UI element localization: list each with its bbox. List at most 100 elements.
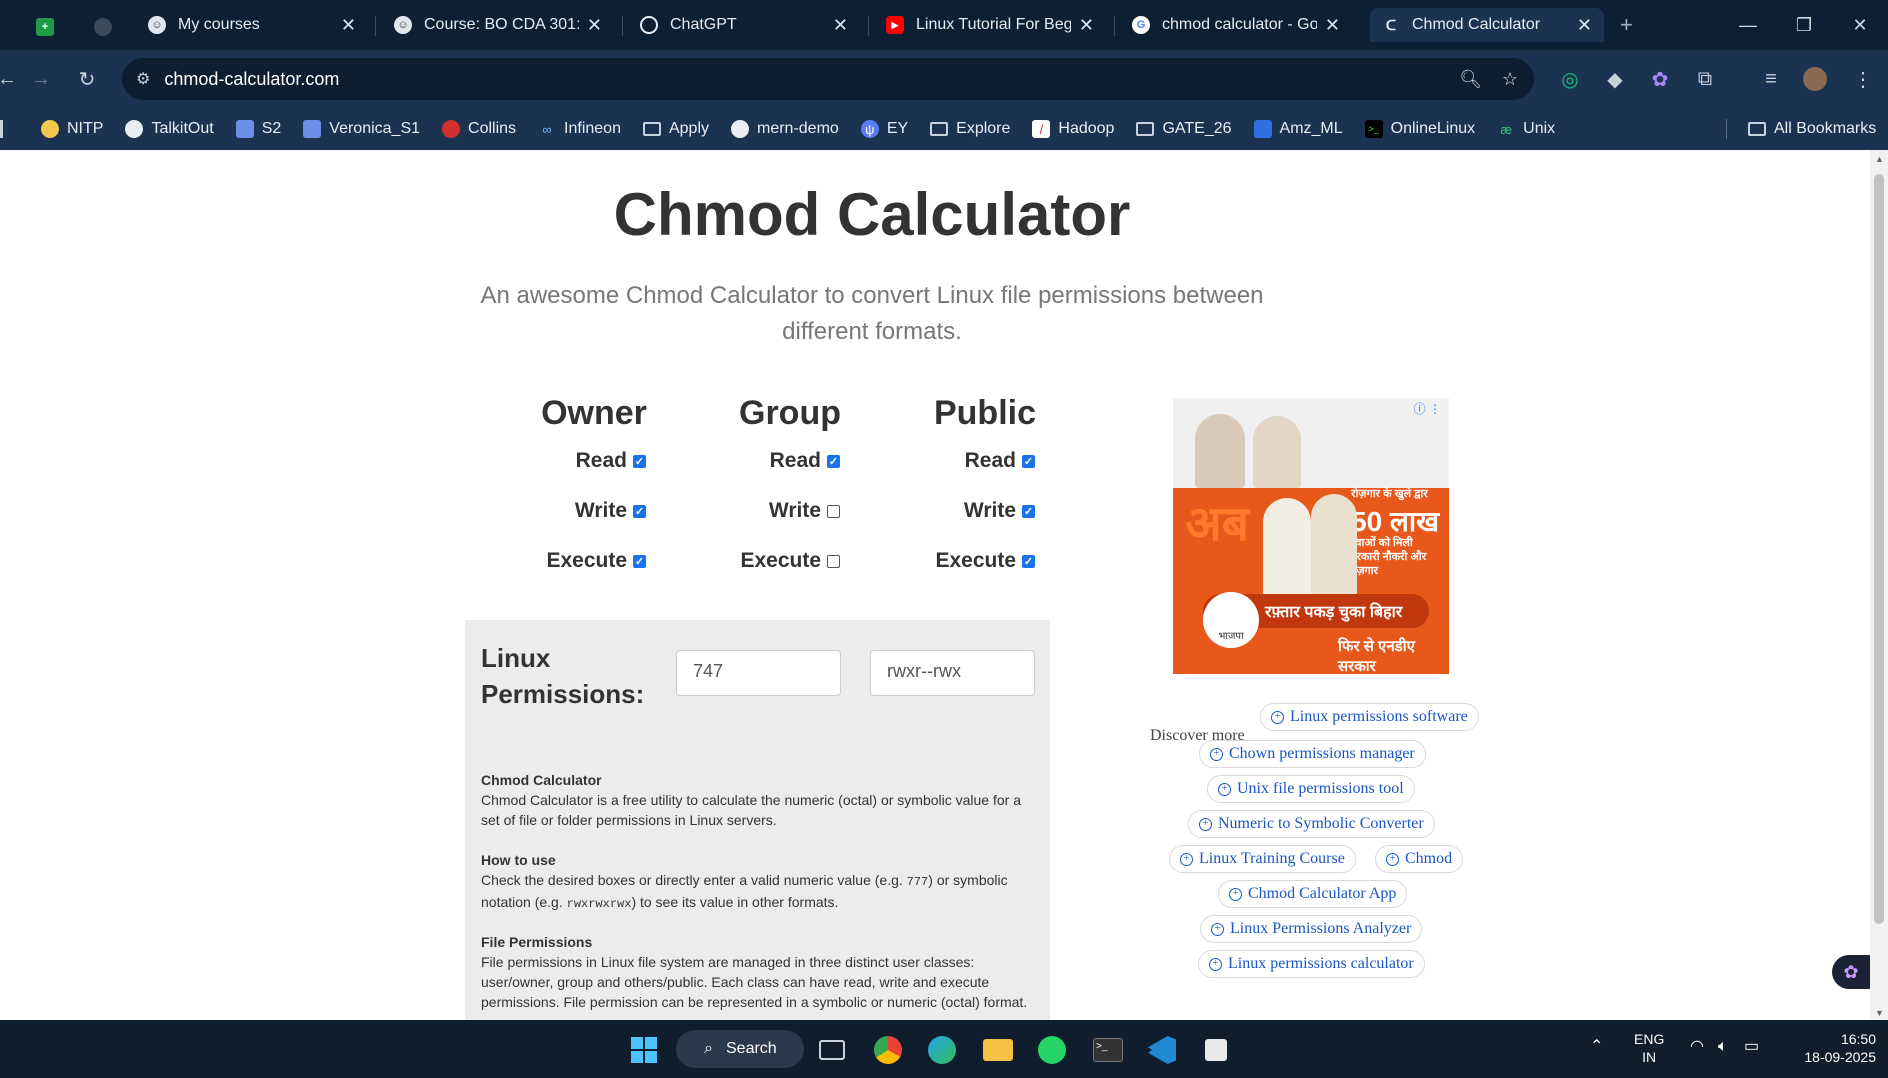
tab-my-courses[interactable]: ☺ My courses ✕ — [136, 8, 368, 42]
tab-linux-tutorial[interactable]: ▶ Linux Tutorial For Begin ✕ — [874, 8, 1106, 42]
bookmark-star-icon[interactable]: ☆ — [1502, 69, 1518, 90]
page-scrollbar[interactable]: ▲ ▼ — [1870, 150, 1888, 1020]
media-icon[interactable]: ≡ — [1756, 64, 1786, 94]
ad-banner[interactable]: ⓘ ⋮ अब रोज़गार के खुले द्वार 50 लाख युवा… — [1173, 398, 1449, 674]
menu-icon[interactable]: ⋮ — [1848, 64, 1878, 94]
info-icon[interactable]: ⓘ ⋮ — [1414, 400, 1441, 417]
bookmark-nitp[interactable]: NITP — [41, 120, 103, 138]
avatar[interactable] — [1800, 64, 1830, 94]
close-icon[interactable]: ✕ — [1577, 15, 1592, 36]
discover-link[interactable]: + Chmod — [1375, 845, 1464, 873]
public-execute-checkbox[interactable]: ✓ — [1022, 554, 1035, 568]
forward-icon[interactable]: → — [26, 64, 56, 94]
file-explorer-icon[interactable] — [980, 1032, 1016, 1068]
battery-icon[interactable]: ▭ — [1744, 1038, 1759, 1056]
bookmark-apply[interactable]: Apply — [642, 120, 709, 138]
chrome-icon[interactable] — [870, 1032, 906, 1068]
bookmark-mern-demo[interactable]: mern-demo — [731, 120, 839, 138]
grammarly-icon[interactable]: ◎ — [1555, 64, 1585, 94]
bookmark-infineon[interactable]: ∞ Infineon — [538, 120, 621, 138]
edge-icon[interactable] — [924, 1032, 960, 1068]
symbolic-input[interactable]: rwxr--rwx — [870, 650, 1035, 696]
vscode-icon[interactable] — [1144, 1032, 1180, 1068]
restore-button[interactable]: ❐ — [1776, 0, 1832, 50]
address-bar[interactable]: ⚙ chmod-calculator.com 🔍︎ ☆ — [122, 58, 1534, 100]
group-execute-option[interactable]: Execute — [660, 549, 840, 573]
tab-chatgpt[interactable]: ChatGPT ✕ — [628, 8, 860, 42]
close-icon[interactable]: ✕ — [1079, 15, 1094, 36]
tab-google-search[interactable]: G chmod calculator - Goo ✕ — [1120, 8, 1352, 42]
close-icon[interactable]: ✕ — [833, 15, 848, 36]
puzzle-icon[interactable]: ⧉ — [1690, 64, 1720, 94]
group-read-option[interactable]: Read ✓ — [660, 449, 840, 473]
public-write-checkbox[interactable]: ✓ — [1022, 504, 1035, 518]
volume-icon[interactable]: 🔈︎ — [1718, 1038, 1728, 1056]
close-icon[interactable]: ✕ — [1325, 15, 1340, 36]
language-indicator[interactable]: ENG IN — [1634, 1030, 1664, 1066]
close-icon[interactable]: ✕ — [341, 15, 356, 36]
scroll-up-icon[interactable]: ▲ — [1875, 154, 1884, 164]
owner-execute-checkbox[interactable]: ✓ — [633, 554, 646, 568]
discover-link[interactable]: + Linux permissions software — [1260, 703, 1479, 731]
floating-ai-button[interactable]: ✿ — [1832, 955, 1870, 989]
app-icon[interactable] — [1198, 1032, 1234, 1068]
bookmark-s2[interactable]: S2 — [235, 120, 281, 138]
zoom-icon[interactable]: 🔍︎ — [1459, 69, 1482, 90]
close-window-button[interactable]: ✕ — [1832, 0, 1888, 50]
public-read-checkbox[interactable]: ✓ — [1022, 454, 1035, 468]
discover-link[interactable]: + Chmod Calculator App — [1218, 880, 1408, 908]
discover-link[interactable]: + Unix file permissions tool — [1207, 775, 1415, 803]
back-icon[interactable]: ← — [0, 64, 22, 94]
bookmark-collins[interactable]: Collins — [442, 120, 516, 138]
close-icon[interactable]: ✕ — [587, 15, 602, 36]
bookmark-ey[interactable]: ψ EY — [860, 120, 908, 138]
url-text[interactable]: chmod-calculator.com — [164, 69, 339, 90]
owner-execute-option[interactable]: Execute ✓ — [466, 549, 646, 573]
discover-link[interactable]: + Linux permissions calculator — [1198, 950, 1425, 978]
show-hidden-icons[interactable]: ⌃ — [1590, 1038, 1603, 1056]
discover-link[interactable]: + Numeric to Symbolic Converter — [1188, 810, 1435, 838]
all-bookmarks[interactable]: All Bookmarks — [1748, 120, 1876, 138]
windows-start-icon[interactable] — [626, 1032, 662, 1068]
bookmark-talkitout[interactable]: TalkitOut — [125, 120, 214, 138]
owner-write-option[interactable]: Write ✓ — [466, 499, 646, 523]
extension-icon[interactable]: ◆ — [1600, 64, 1630, 94]
site-settings-icon[interactable]: ⚙ — [136, 69, 150, 89]
sheets-pinned-tab[interactable]: + — [30, 10, 60, 44]
public-write-option[interactable]: Write ✓ — [855, 499, 1035, 523]
bookmark-amz-ml[interactable]: Amz_ML — [1253, 120, 1343, 138]
bookmark-gate[interactable]: GATE_26 — [1136, 120, 1232, 138]
whatsapp-icon[interactable] — [1034, 1032, 1070, 1068]
bookmark-onlinelinux[interactable]: >_ OnlineLinux — [1364, 120, 1475, 138]
discover-link[interactable]: + Linux Training Course — [1169, 845, 1356, 873]
group-read-checkbox[interactable]: ✓ — [827, 454, 840, 468]
scroll-down-icon[interactable]: ▼ — [1875, 1008, 1884, 1018]
reload-icon[interactable]: ↻ — [72, 64, 102, 94]
taskbar-search[interactable]: ⌕ Search — [676, 1030, 804, 1068]
bookmark-unix[interactable]: æ Unix — [1497, 120, 1555, 138]
scrollbar-thumb[interactable] — [1874, 174, 1884, 924]
ai-extension-icon[interactable]: ✿ — [1645, 64, 1675, 94]
group-write-checkbox[interactable] — [827, 504, 840, 518]
wifi-icon[interactable]: ◠ — [1690, 1038, 1704, 1056]
new-tab-button[interactable]: + — [1620, 8, 1650, 42]
owner-read-checkbox[interactable]: ✓ — [633, 454, 646, 468]
apps-icon[interactable] — [0, 120, 3, 138]
bookmark-explore[interactable]: Explore — [930, 120, 1010, 138]
clock[interactable]: 16:50 18-09-2025 — [1786, 1030, 1876, 1066]
discover-link[interactable]: + Chown permissions manager — [1199, 740, 1426, 768]
bookmark-veronica[interactable]: Veronica_S1 — [303, 120, 420, 138]
tab-course[interactable]: ☺ Course: BO CDA 301: Co ✕ — [382, 8, 614, 42]
task-view-icon[interactable] — [814, 1032, 850, 1068]
github-pinned-tab[interactable] — [88, 10, 118, 44]
group-write-option[interactable]: Write — [660, 499, 840, 523]
numeric-input[interactable]: 747 — [676, 650, 841, 696]
owner-read-option[interactable]: Read ✓ — [466, 449, 646, 473]
tab-chmod-calculator[interactable]: ᑕ Chmod Calculator ✕ — [1370, 8, 1604, 42]
public-execute-option[interactable]: Execute ✓ — [855, 549, 1035, 573]
bookmark-hadoop[interactable]: / Hadoop — [1032, 120, 1114, 138]
minimize-button[interactable]: — — [1720, 0, 1776, 50]
discover-link[interactable]: + Linux Permissions Analyzer — [1200, 915, 1423, 943]
terminal-icon[interactable]: >_ — [1090, 1032, 1126, 1068]
public-read-option[interactable]: Read ✓ — [855, 449, 1035, 473]
